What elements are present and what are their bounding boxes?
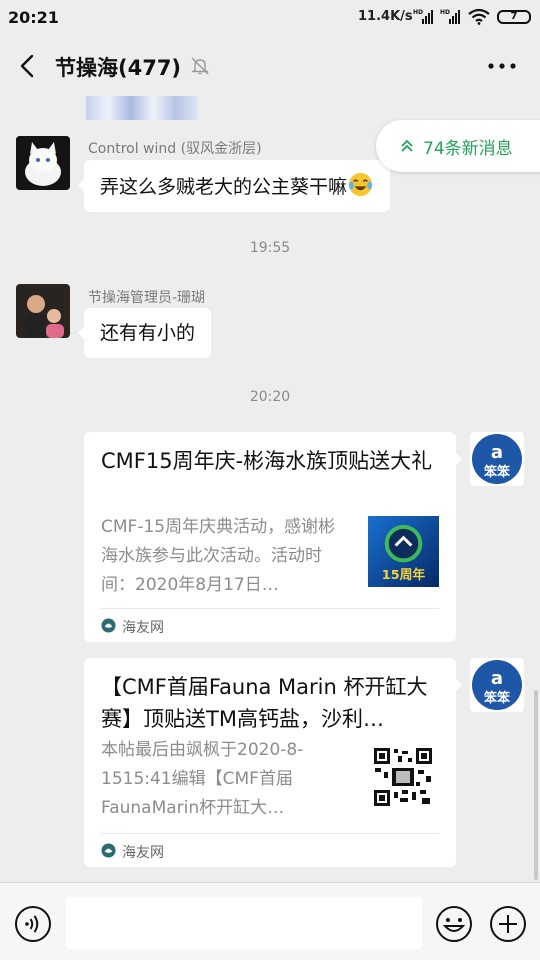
plus-icon[interactable]	[489, 905, 527, 943]
svg-text:a: a	[491, 442, 503, 463]
svg-text:HD: HD	[413, 9, 423, 16]
divider	[101, 608, 439, 609]
status-bar: 20:21 11.4K/s HD HD 7	[0, 0, 540, 36]
network-speed: 11.4K/s	[358, 9, 413, 24]
sender-name: 节操海管理员-珊瑚	[88, 290, 206, 306]
link-card[interactable]: CMF15周年庆-彬海水族顶贴送大礼 CMF-15周年庆典活动，感谢彬海水族参与…	[84, 432, 462, 642]
svg-text:笨笨: 笨笨	[484, 464, 511, 480]
signal-hd-icon-2: HD	[440, 9, 460, 24]
new-messages-button[interactable]: 74条新消息	[376, 120, 540, 172]
svg-text:HD: HD	[440, 9, 450, 16]
svg-text:笨笨: 笨笨	[484, 690, 511, 706]
tears-of-joy-emoji-icon	[348, 172, 373, 197]
message-bubble[interactable]: 还有有小的	[77, 308, 212, 358]
link-card[interactable]: 【CMF首届Fauna Marin 杯开缸大赛】顶贴送TM高钙盐，沙利… 本帖最…	[84, 658, 462, 867]
timestamp: 19:55	[249, 240, 291, 256]
card-source: 海友网	[122, 620, 164, 636]
message-bubble[interactable]: 弄这么多贼老大的公主葵干嘛	[77, 160, 391, 212]
input-bar	[0, 882, 540, 960]
avatar[interactable]	[16, 136, 70, 190]
double-chevron-up-icon	[401, 139, 413, 152]
chevron-left-icon[interactable]	[14, 52, 42, 80]
chat-header: 节操海(477)	[0, 36, 540, 98]
card-description: 本帖最后由飒枫于2020-8-1515:41编辑【CMF首届FaunaMarin…	[101, 740, 304, 818]
message-text: 还有有小的	[100, 322, 196, 344]
avatar[interactable]	[16, 284, 70, 338]
chat-title: 节操海(477)	[55, 56, 182, 80]
card-title: CMF15周年庆-彬海水族顶贴送大礼	[101, 449, 433, 473]
signal-hd-icon: HD	[413, 9, 433, 24]
source-logo-icon	[101, 843, 116, 858]
divider	[101, 833, 439, 834]
source-logo-icon	[101, 618, 116, 633]
avatar[interactable]: a 笨笨	[470, 432, 524, 486]
card-title: 【CMF首届Fauna Marin 杯开缸大赛】顶贴送TM高钙盐，沙利…	[101, 675, 428, 731]
emoji-icon[interactable]	[435, 905, 473, 943]
timestamp: 20:20	[249, 389, 291, 405]
message-input[interactable]	[66, 897, 422, 949]
battery-icon: 7	[497, 10, 531, 24]
voice-icon[interactable]	[14, 905, 52, 943]
message-text: 弄这么多贼老大的公主葵干嘛	[100, 176, 348, 198]
thumbnail-label: 15周年	[382, 567, 426, 583]
new-messages-label: 74条新消息	[423, 139, 513, 159]
scrollbar[interactable]	[534, 690, 538, 880]
card-description: CMF-15周年庆典活动，感谢彬海水族参与此次活动。活动时间：2020年8月17…	[101, 517, 336, 595]
bell-off-icon	[190, 57, 210, 75]
avatar[interactable]: a 笨笨	[470, 658, 524, 712]
svg-text:a: a	[491, 668, 503, 689]
card-thumbnail: 15周年	[368, 516, 439, 587]
more-dots-icon[interactable]	[486, 56, 518, 76]
card-source: 海友网	[122, 845, 164, 861]
status-time: 20:21	[8, 8, 59, 27]
wifi-icon	[468, 8, 490, 25]
image-message-partial[interactable]	[86, 96, 198, 120]
sender-name: Control wind (驭风金浙层)	[88, 141, 262, 157]
qr-code-image	[372, 746, 434, 808]
